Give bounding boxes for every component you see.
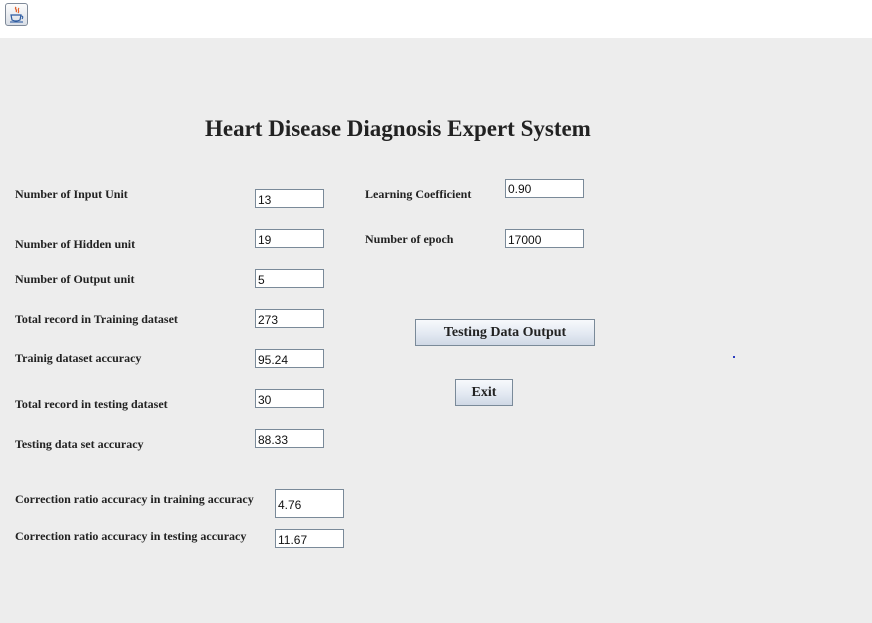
correction-testing-field[interactable]: 11.67	[275, 529, 344, 548]
epochs-label: Number of epoch	[365, 232, 454, 246]
input-units-field[interactable]: 13	[255, 189, 324, 208]
training-accuracy-label: Trainig dataset accuracy	[15, 351, 142, 365]
stray-dot	[733, 356, 735, 358]
testing-total-field[interactable]: 30	[255, 389, 324, 408]
testing-data-output-button[interactable]: Testing Data Output	[415, 319, 595, 346]
output-units-field[interactable]: 5	[255, 269, 324, 288]
hidden-units-label: Number of Hidden unit	[15, 237, 136, 251]
hidden-units-field[interactable]: 19	[255, 229, 324, 248]
training-total-field[interactable]: 273	[255, 309, 324, 328]
title-bar	[0, 0, 872, 38]
correction-training-label: Correction ratio accuracy in training ac…	[15, 492, 254, 506]
java-coffee-icon[interactable]	[5, 3, 28, 26]
testing-accuracy-field[interactable]: 88.33	[255, 429, 324, 448]
correction-testing-label: Correction ratio accuracy in testing acc…	[15, 529, 247, 543]
learning-coefficient-field[interactable]: 0.90	[505, 179, 584, 198]
output-units-label: Number of Output unit	[15, 272, 135, 286]
learning-coefficient-label: Learning Coefficient	[365, 187, 472, 201]
testing-accuracy-label: Testing data set accuracy	[15, 437, 144, 451]
input-units-label: Number of Input Unit	[15, 187, 128, 201]
exit-button[interactable]: Exit	[455, 379, 513, 406]
training-accuracy-field[interactable]: 95.24	[255, 349, 324, 368]
correction-training-field[interactable]: 4.76	[275, 489, 344, 518]
training-total-label: Total record in Training dataset	[15, 312, 178, 326]
testing-total-label: Total record in testing dataset	[15, 397, 168, 411]
page-title: Heart Disease Diagnosis Expert System	[205, 116, 591, 141]
epochs-field[interactable]: 17000	[505, 229, 584, 248]
